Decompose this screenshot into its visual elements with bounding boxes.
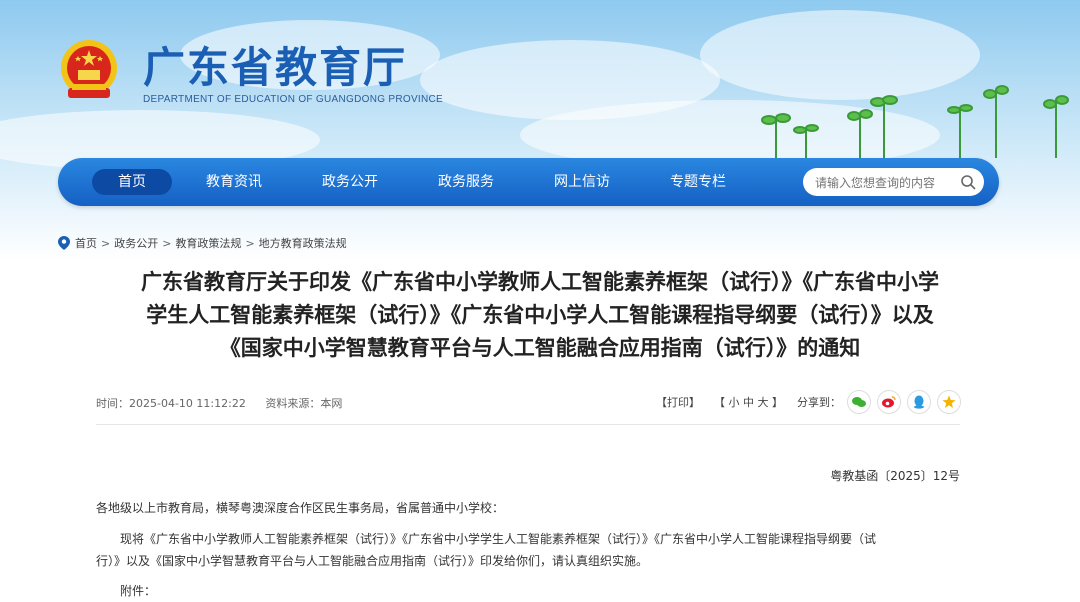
wechat-icon[interactable]	[847, 390, 871, 414]
weibo-icon[interactable]	[877, 390, 901, 414]
breadcrumb-local-policy[interactable]: 地方教育政策法规	[259, 235, 347, 251]
breadcrumb-policy[interactable]: 教育政策法规	[175, 235, 241, 251]
search-icon[interactable]	[960, 174, 976, 190]
body-paragraph-line: 行）》以及《国家中小学智慧教育平台与人工智能融合应用指南（试行）》印发给你们，请…	[96, 554, 649, 568]
article-tools: 【打印】 【 小 中 大 】 分享到：	[656, 390, 967, 414]
divider	[96, 424, 960, 425]
nav-online-petition[interactable]: 网上信访	[542, 169, 622, 195]
nav-education-news[interactable]: 教育资讯	[194, 169, 274, 195]
nav-government-services[interactable]: 政务服务	[426, 169, 506, 195]
breadcrumb-home[interactable]: 首页	[75, 235, 97, 251]
share-label: 分享到：	[797, 396, 841, 409]
article-title-line: 学生人工智能素养框架（试行）》《广东省中小学人工智能课程指导纲要（试行）》以及	[146, 303, 934, 327]
location-pin-icon	[58, 236, 70, 250]
breadcrumb: 首页 > 政务公开 > 教育政策法规 > 地方教育政策法规	[58, 235, 347, 251]
article-meta: 时间：2025-04-10 11:12:22 资料来源：本网	[96, 395, 358, 411]
body-paragraph-line: 现将《广东省中小学教师人工智能素养框架（试行）》《广东省中小学学生人工智能素养框…	[120, 532, 877, 546]
publish-time: 时间：2025-04-10 11:12:22	[96, 397, 246, 410]
print-button[interactable]: 【打印】	[656, 394, 700, 410]
nav-special-topics[interactable]: 专题专栏	[658, 169, 738, 195]
sprouts-decoration-icon	[761, 85, 1069, 158]
site-subtitle: DEPARTMENT OF EDUCATION OF GUANGDONG PRO…	[143, 94, 444, 105]
nav-government-affairs[interactable]: 政务公开	[310, 169, 390, 195]
salutation: 各地级以上市教育局，横琴粤澳深度合作区民生事务局，省属普通中小学校：	[96, 501, 505, 515]
main-navbar: 首页 教育资讯 政务公开 政务服务 网上信访 专题专栏	[58, 158, 999, 206]
article-title: 广东省教育厅关于印发《广东省中小学教师人工智能素养框架（试行）》《广东省中小学 …	[80, 266, 1000, 365]
emblem-icon	[61, 40, 117, 98]
search-box	[803, 168, 984, 196]
breadcrumb-gov-affairs[interactable]: 政务公开	[114, 235, 158, 251]
site-title: 广东省教育厅	[143, 43, 408, 92]
font-size-selector[interactable]: 【 小 中 大 】	[714, 394, 783, 410]
source: 资料来源：本网	[265, 397, 343, 410]
article-title-line: 广东省教育厅关于印发《广东省中小学教师人工智能素养框架（试行）》《广东省中小学	[141, 270, 939, 294]
document-number: 粤教基函〔2025〕12号	[830, 469, 960, 483]
article-title-line: 《国家中小学智慧教育平台与人工智能融合应用指南（试行）》的通知	[219, 336, 861, 360]
nav-home[interactable]: 首页	[92, 169, 172, 195]
qzone-icon[interactable]	[937, 390, 961, 414]
attachment-label: 附件：	[120, 584, 157, 598]
qq-icon[interactable]	[907, 390, 931, 414]
search-input[interactable]	[813, 172, 957, 194]
